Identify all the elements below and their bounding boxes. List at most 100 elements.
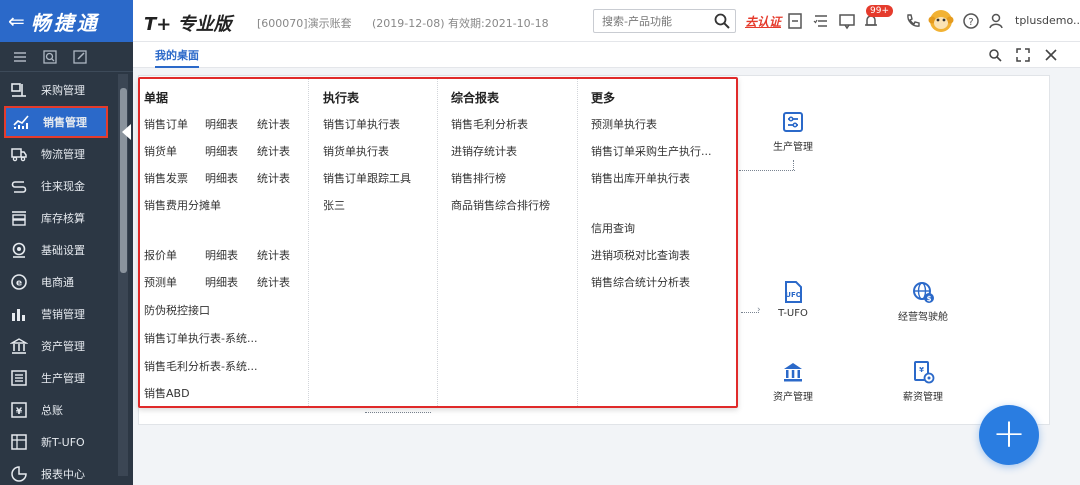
menu-item-gross-profit-system[interactable]: 销售毛利分析表-系统... [144,358,257,374]
widget-dashboard[interactable]: $ 经营驾驶舱 [883,280,963,323]
menu-item-zhangsan[interactable]: 张三 [323,197,345,213]
menu-item-delivery-note-stats[interactable]: 统计表 [257,143,290,159]
connector-line [793,160,794,170]
report-icon [11,466,27,482]
widget-asset[interactable]: 资产管理 [753,360,833,403]
widget-payroll[interactable]: ¥ 薪资管理 [883,360,963,403]
connector-line [365,412,431,413]
widget-tufo[interactable]: UFO T-UFO [753,280,833,319]
sidebar-item-label: 销售管理 [43,116,87,129]
inventory-icon [12,211,26,226]
menu-item-delivery-note-detail[interactable]: 明细表 [205,143,238,159]
menu-item-delivery-execution[interactable]: 销货单执行表 [323,143,389,159]
sidebar-item-label: 新T-UFO [41,436,85,449]
widget-label: T-UFO [778,308,808,319]
brand-name: 畅捷通 [30,10,100,35]
menu-item-expense-allocation[interactable]: 销售费用分摊单 [144,197,221,213]
sidebar-item-ledger[interactable]: ¥ 总账 [0,394,118,426]
widget-production[interactable]: 生产管理 [753,110,833,153]
sidebar-item-purchase[interactable]: 采购管理 [0,74,118,106]
sidebar-item-inventory[interactable]: 库存核算 [0,202,118,234]
sidebar-item-logistics[interactable]: 物流管理 [0,138,118,170]
fullscreen-icon[interactable] [1016,48,1030,62]
menu-item-forecast-execution[interactable]: 预测单执行表 [591,116,657,132]
menu-item-gross-profit[interactable]: 销售毛利分析表 [451,116,528,132]
sales-submenu: 单据 销售订单 明细表 统计表 销货单 明细表 统计表 销售发票 明细表 统计表… [138,77,738,408]
sidebar-item-marketing[interactable]: 营销管理 [0,298,118,330]
menu-item-tax-comparison[interactable]: 进销项税对比查询表 [591,247,690,263]
tab-strip: 我的桌面 [133,42,1080,68]
sidebar-item-production[interactable]: 生产管理 [0,362,118,394]
sidebar-item-report[interactable]: 报表中心 [0,458,118,485]
menu-item-credit-query[interactable]: 信用查询 [591,220,635,236]
sidebar-item-asset[interactable]: 资产管理 [0,330,118,362]
sidebar-scrollbar-thumb[interactable] [120,88,127,273]
menu-item-order-tracking-tool[interactable]: 销售订单跟踪工具 [323,170,411,186]
sidebar-item-cash[interactable]: 往来现金 [0,170,118,202]
connector-line [739,170,795,171]
tab-search-icon[interactable] [988,48,1002,62]
task-list-icon[interactable] [812,12,830,30]
menu-item-sales-ranking[interactable]: 销售排行榜 [451,170,506,186]
menu-item-delivery-note[interactable]: 销货单 [144,143,177,159]
menu-item-tax-control[interactable]: 防伪税控接口 [144,302,210,318]
message-icon[interactable] [838,12,856,30]
menu-item-forecast[interactable]: 预测单 [144,274,177,290]
sidebar-item-label: 基础设置 [41,244,85,257]
menu-icon[interactable] [12,49,28,65]
menu-column-reports: 综合报表 销售毛利分析表 进销存统计表 销售排行榜 商品销售综合排行榜 [437,79,577,406]
ufo-icon: UFO [785,281,802,303]
phone-icon[interactable] [904,12,922,30]
menu-item-sales-abd[interactable]: 销售ABD [144,385,190,401]
connector-arrow-icon: › [757,305,761,315]
sidebar-item-settings[interactable]: 基础设置 [0,234,118,266]
brand-logo[interactable]: ⇐ 畅捷通 [0,0,133,42]
tufo-icon [11,434,27,450]
sidebar-search-icon[interactable] [42,49,58,65]
production-icon [783,112,803,132]
menu-item-order-execution[interactable]: 销售订单执行表 [323,116,400,132]
menu-item-order-purchase-production[interactable]: 销售订单采购生产执行... [591,143,712,159]
add-button[interactable]: + [979,405,1039,465]
close-icon[interactable] [1044,48,1058,62]
sidebar-edit-icon[interactable] [72,49,88,65]
menu-item-sales-order[interactable]: 销售订单 [144,116,188,132]
tab-desktop[interactable]: 我的桌面 [155,47,199,68]
search-icon[interactable] [713,12,731,30]
menu-item-order-execution-system[interactable]: 销售订单执行表-系统... [144,330,257,346]
menu-item-sales-order-detail[interactable]: 明细表 [205,116,238,132]
menu-item-quotation[interactable]: 报价单 [144,247,177,263]
widget-label: 薪资管理 [903,392,943,403]
sidebar-item-label: 电商通 [41,276,74,289]
back-arrow-icon[interactable]: ⇐ [8,9,25,33]
menu-item-sales-invoice-detail[interactable]: 明细表 [205,170,238,186]
menu-item-outbound-billing[interactable]: 销售出库开单执行表 [591,170,690,186]
user-icon[interactable] [987,12,1005,30]
save-icon[interactable] [786,12,804,30]
menu-item-quotation-detail[interactable]: 明细表 [205,247,238,263]
menu-item-forecast-detail[interactable]: 明细表 [205,274,238,290]
menu-item-sales-analysis[interactable]: 销售综合统计分析表 [591,274,690,290]
menu-item-sales-invoice-stats[interactable]: 统计表 [257,170,290,186]
menu-column-more: 更多 预测单执行表 销售订单采购生产执行... 销售出库开单执行表 信用查询 进… [577,79,736,406]
sidebar-item-sales[interactable]: 销售管理 [4,106,108,138]
sidebar-item-tufo[interactable]: 新T-UFO [0,426,118,458]
menu-item-product-ranking[interactable]: 商品销售综合排行榜 [451,197,550,213]
menu-item-inventory-stats[interactable]: 进销存统计表 [451,143,517,159]
svg-text:$: $ [927,295,932,303]
menu-item-sales-order-stats[interactable]: 统计表 [257,116,290,132]
menu-item-forecast-stats[interactable]: 统计表 [257,274,290,290]
menu-item-quotation-stats[interactable]: 统计表 [257,247,290,263]
sidebar-item-label: 报表中心 [41,468,85,481]
user-name[interactable]: tplusdemo... [1015,14,1080,27]
sidebar-item-label: 库存核算 [41,212,85,225]
notification-badge: 99+ [866,5,893,17]
certify-link[interactable]: 去认证 [745,13,781,30]
help-icon[interactable]: ? [962,12,980,30]
asset-icon [10,338,28,354]
menu-item-sales-invoice[interactable]: 销售发票 [144,170,188,186]
svg-text:e: e [16,279,22,289]
sidebar-item-ecommerce[interactable]: e 电商通 [0,266,118,298]
monkey-avatar-icon[interactable] [928,8,954,34]
sidebar: 采购管理 销售管理 物流管理 往来现金 库存核算 基础设置 e 电商通 营销管理… [0,42,133,485]
